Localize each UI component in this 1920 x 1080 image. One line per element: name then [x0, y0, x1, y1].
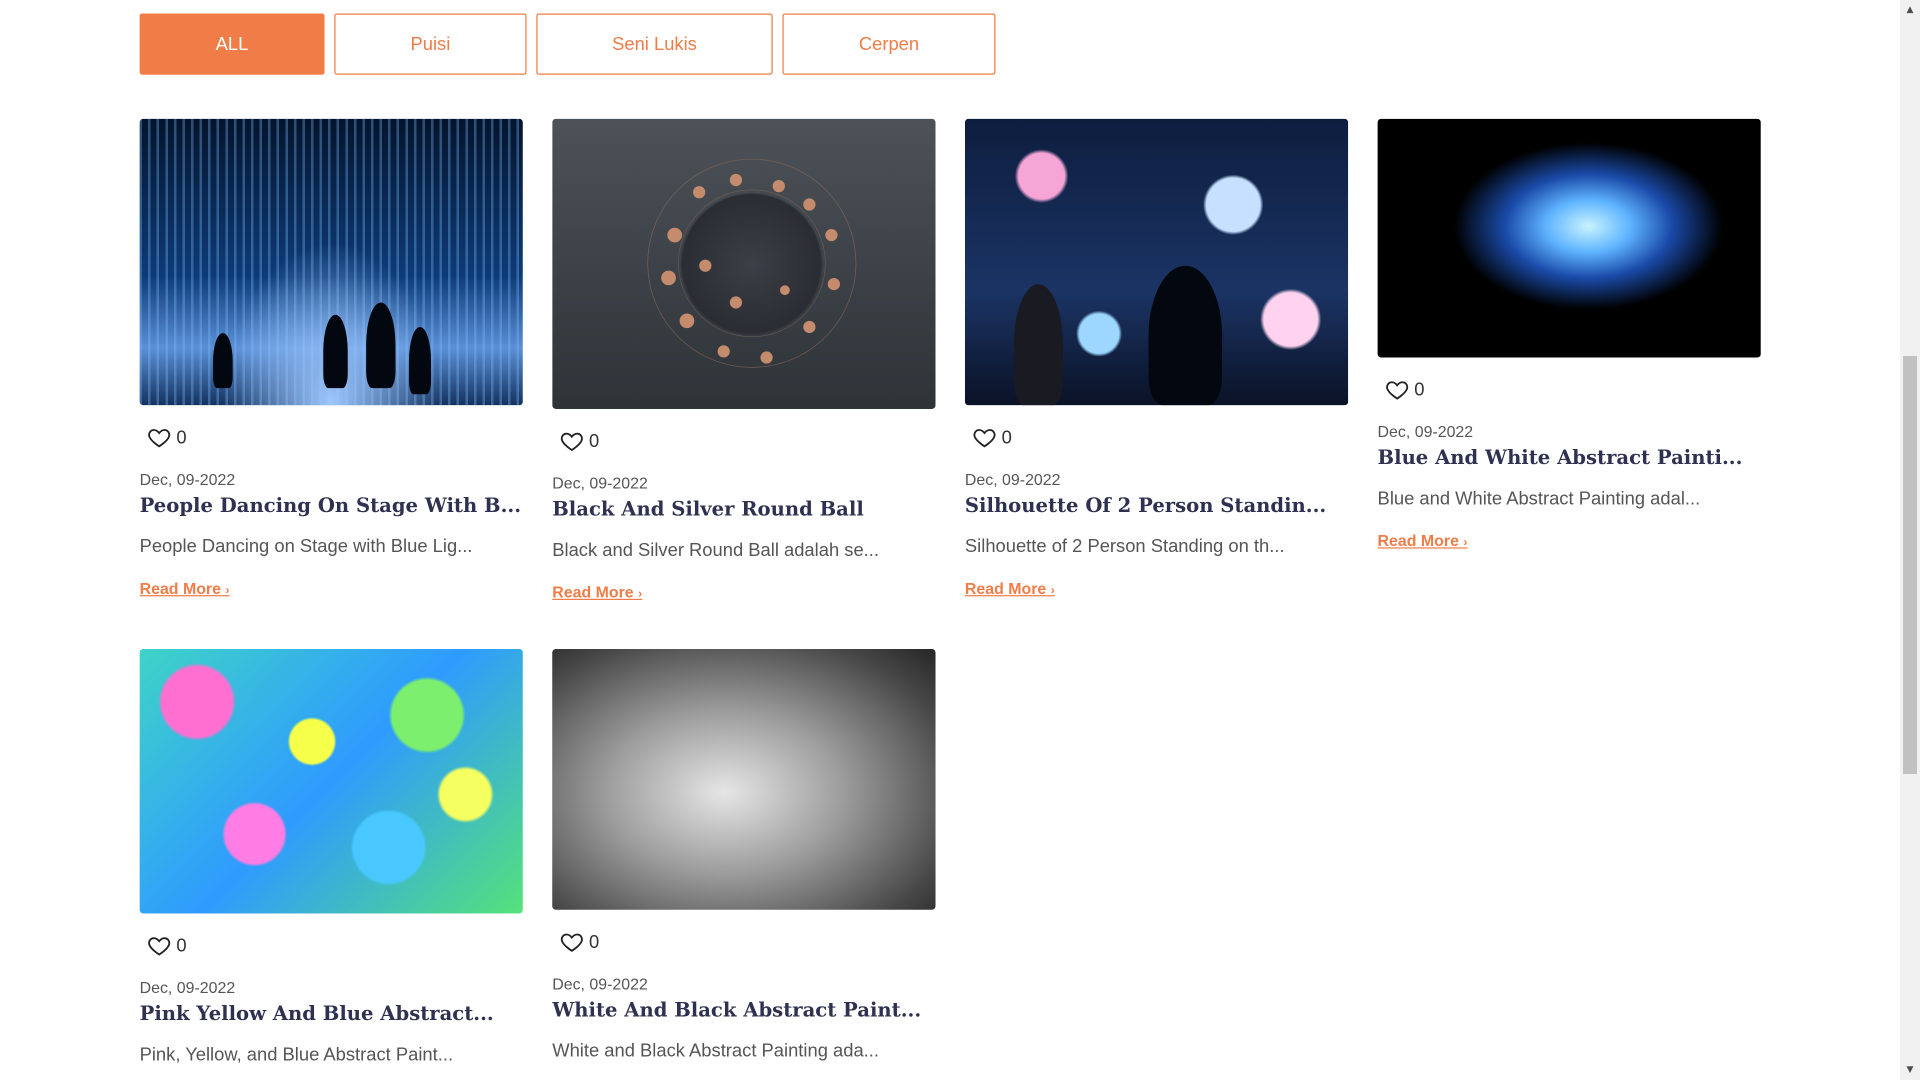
post-image[interactable] [552, 648, 936, 910]
heart-icon[interactable] [972, 425, 996, 449]
read-more-label: Read More [1377, 531, 1459, 550]
read-more-label: Read More [552, 582, 634, 602]
post-title[interactable]: Silhouette Of 2 Person Standin... [965, 493, 1348, 516]
like-control[interactable]: 0 [560, 426, 936, 455]
chevron-right-icon: › [225, 584, 230, 598]
post-image[interactable] [1377, 118, 1761, 358]
like-control[interactable]: 0 [972, 422, 1348, 451]
chevron-right-icon: › [1463, 536, 1468, 550]
post-title[interactable]: White And Black Abstract Paint... [552, 998, 935, 1021]
heart-icon[interactable] [560, 929, 584, 953]
category-filter-bar: ALL Puisi Seni Lukis Cerpen [139, 13, 996, 75]
like-control[interactable]: 0 [147, 931, 523, 960]
post-description: White and Black Abstract Painting ada... [552, 1040, 879, 1062]
post-description: Blue and White Abstract Painting adal... [1377, 488, 1701, 510]
post-title[interactable]: Blue And White Abstract Painti... [1378, 446, 1761, 469]
filter-all-button[interactable]: ALL [139, 13, 325, 75]
filter-puisi-button[interactable]: Puisi [334, 13, 527, 75]
read-more-label: Read More [139, 579, 221, 598]
heart-icon[interactable] [560, 429, 584, 453]
read-more-link[interactable]: Read More › [1378, 531, 1468, 549]
like-count: 0 [588, 430, 600, 452]
like-control[interactable]: 0 [560, 927, 936, 956]
page-content: ALL Puisi Seni Lukis Cerpen 0 Dec, 09-20… [0, 0, 1900, 1080]
filter-cerpen-button[interactable]: Cerpen [782, 13, 996, 75]
like-count: 0 [1414, 378, 1425, 400]
scrollbar-thumb[interactable] [1903, 356, 1917, 774]
post-date: Dec, 09-2022 [552, 974, 648, 994]
sphere-illustration [647, 158, 857, 368]
post-date: Dec, 09-2022 [139, 978, 236, 997]
like-count: 0 [176, 934, 187, 956]
heart-icon[interactable] [147, 933, 171, 957]
post-description: Black and Silver Round Ball adalah se... [552, 540, 879, 561]
read-more-link[interactable]: Read More › [552, 583, 642, 601]
post-date: Dec, 09-2022 [552, 473, 648, 493]
like-count: 0 [1001, 426, 1012, 448]
like-control[interactable]: 0 [1385, 375, 1761, 404]
post-date: Dec, 09-2022 [1377, 422, 1474, 441]
post-image[interactable] [552, 118, 936, 409]
post-date: Dec, 09-2022 [964, 470, 1061, 489]
vertical-scrollbar[interactable]: ▲ ▼ [1900, 0, 1920, 1080]
filter-seni-lukis-button[interactable]: Seni Lukis [536, 13, 773, 75]
chevron-right-icon: › [1050, 584, 1055, 598]
read-more-label: Read More [964, 579, 1047, 598]
heart-icon[interactable] [1385, 377, 1409, 401]
post-card: 0 Dec, 09-2022 White And Black Abstract … [552, 648, 936, 1062]
post-image[interactable] [139, 648, 523, 914]
post-title[interactable]: Pink Yellow And Blue Abstract... [140, 1002, 523, 1025]
read-more-link[interactable]: Read More › [140, 579, 230, 597]
post-card: 0 Dec, 09-2022 Black And Silver Round Ba… [552, 118, 936, 604]
post-card: 0 Dec, 09-2022 Blue And White Abstract P… [1377, 118, 1761, 552]
like-control[interactable]: 0 [147, 422, 523, 451]
scroll-up-arrow-icon[interactable]: ▲ [1900, 0, 1920, 20]
post-date: Dec, 09-2022 [139, 470, 236, 489]
scroll-down-arrow-icon[interactable]: ▼ [1900, 1060, 1920, 1080]
page-viewport: ALL Puisi Seni Lukis Cerpen 0 Dec, 09-20… [0, 0, 1900, 1080]
post-image[interactable] [964, 118, 1349, 406]
post-title[interactable]: Black And Silver Round Ball [552, 497, 935, 520]
heart-icon[interactable] [147, 425, 171, 449]
post-card: 0 Dec, 09-2022 People Dancing On Stage W… [139, 118, 523, 600]
post-description: Silhouette of 2 Person Standing on th... [964, 536, 1285, 558]
chevron-right-icon: › [638, 587, 643, 602]
post-description: Pink, Yellow, and Blue Abstract Paint... [139, 1044, 454, 1066]
read-more-link[interactable]: Read More › [965, 579, 1055, 597]
like-count: 0 [176, 426, 187, 448]
post-card: 0 Dec, 09-2022 Silhouette Of 2 Person St… [964, 118, 1349, 600]
post-card: 0 Dec, 09-2022 Pink Yellow And Blue Abst… [139, 648, 523, 1066]
post-title[interactable]: People Dancing On Stage With B... [140, 493, 523, 516]
post-description: People Dancing on Stage with Blue Lig... [139, 536, 473, 558]
post-image[interactable] [139, 118, 523, 406]
like-count: 0 [588, 931, 600, 953]
